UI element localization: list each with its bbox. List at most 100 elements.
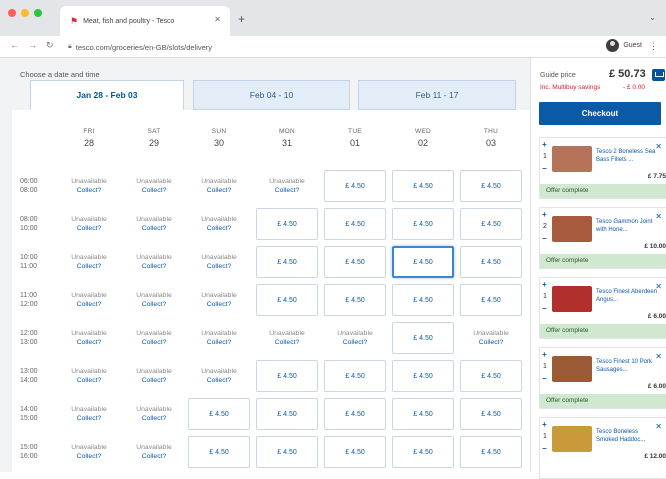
collect-link[interactable]: Collect? [123, 187, 185, 194]
delivery-slot-button[interactable]: £ 4.50 [324, 436, 386, 468]
decrease-quantity-button[interactable]: − [542, 164, 547, 173]
collect-link[interactable]: Collect? [123, 339, 185, 346]
collect-link[interactable]: Collect? [123, 415, 185, 422]
maximize-window-button[interactable] [34, 9, 42, 17]
delivery-slot-button[interactable]: £ 4.50 [188, 398, 250, 430]
delivery-slot-button[interactable]: £ 4.50 [460, 398, 522, 430]
collect-link[interactable]: Collect? [58, 377, 120, 384]
product-name-link[interactable]: Tesco Finest Aberdeen Angus... [596, 289, 658, 304]
delivery-slot-button[interactable]: £ 4.50 [188, 436, 250, 468]
collect-link[interactable]: Collect? [123, 263, 185, 270]
back-arrow-icon[interactable]: ← [10, 40, 19, 50]
collect-link[interactable]: Collect? [58, 263, 120, 270]
item-price: £ 6.00 [647, 313, 666, 320]
collect-link[interactable]: Collect? [123, 453, 185, 460]
remove-item-icon[interactable]: ✕ [655, 422, 662, 431]
collect-link[interactable]: Collect? [58, 415, 120, 422]
decrease-quantity-button[interactable]: − [542, 444, 547, 453]
collect-link[interactable]: Collect? [188, 339, 250, 346]
collect-link[interactable]: Collect? [188, 225, 250, 232]
delivery-slot-button[interactable]: £ 4.50 [324, 284, 386, 316]
delivery-slot-button[interactable]: £ 4.50 [392, 360, 454, 392]
delivery-slot-button[interactable]: £ 4.50 [460, 246, 522, 278]
increase-quantity-button[interactable]: + [542, 350, 547, 359]
collect-link[interactable]: Collect? [123, 377, 185, 384]
delivery-slot-button[interactable]: £ 4.50 [256, 398, 318, 430]
collect-link[interactable]: Collect? [256, 187, 318, 194]
delivery-slot-button[interactable]: £ 4.50 [460, 436, 522, 468]
delivery-slot-button[interactable]: £ 4.50 [460, 208, 522, 240]
profile-button[interactable]: Guest [606, 39, 642, 52]
collect-link[interactable]: Collect? [58, 453, 120, 460]
delivery-slot-button[interactable]: £ 4.50 [460, 170, 522, 202]
product-name-link[interactable]: Tesco Boneless Smoked Haddoc... [596, 429, 658, 444]
collect-link[interactable]: Collect? [256, 339, 318, 346]
increase-quantity-button[interactable]: + [542, 420, 547, 429]
delivery-slot-button[interactable]: £ 4.50 [324, 208, 386, 240]
collect-link[interactable]: Collect? [188, 263, 250, 270]
increase-quantity-button[interactable]: + [542, 280, 547, 289]
delivery-slot-button[interactable]: £ 4.50 [256, 284, 318, 316]
checkout-button[interactable]: Checkout [539, 102, 661, 125]
delivery-slot-button[interactable]: £ 4.50 [324, 170, 386, 202]
decrease-quantity-button[interactable]: − [542, 234, 547, 243]
collect-link[interactable]: Collect? [123, 301, 185, 308]
savings-label: Inc. Multibuy savings [540, 84, 601, 91]
collect-link[interactable]: Collect? [188, 301, 250, 308]
delivery-slot-button[interactable]: £ 4.50 [392, 436, 454, 468]
collect-link[interactable]: Collect? [58, 301, 120, 308]
delivery-slot-button[interactable]: £ 4.50 [392, 208, 454, 240]
address-bar[interactable]: 🔒︎ tesco.com/groceries/en-GB/slots/deliv… [68, 39, 528, 55]
increase-quantity-button[interactable]: + [542, 210, 547, 219]
delivery-slot-button[interactable]: £ 4.50 [392, 398, 454, 430]
delivery-slot-button[interactable]: £ 4.50 [256, 208, 318, 240]
delivery-slot-button[interactable]: £ 4.50 [256, 436, 318, 468]
browser-tab[interactable]: ⚑ Meat, fish and poultry - Tesco ✕ [60, 6, 230, 36]
trolley-icon[interactable] [652, 69, 665, 81]
forward-arrow-icon[interactable]: → [28, 40, 37, 50]
collect-link[interactable]: Collect? [123, 225, 185, 232]
tab-menu-chevron-icon[interactable]: ⌄ [649, 13, 656, 22]
product-name-link[interactable]: Tesco Finest 10 Pork Sausages... [596, 359, 658, 374]
collect-link[interactable]: Collect? [58, 339, 120, 346]
collect-link[interactable]: Collect? [58, 225, 120, 232]
product-name-link[interactable]: Tesco 2 Boneless Sea Bass Fillets ... [596, 149, 658, 164]
delivery-slot-button[interactable]: £ 4.50 [324, 360, 386, 392]
reload-icon[interactable]: ↻ [46, 40, 54, 51]
delivery-slot-button[interactable]: £ 4.50 [324, 246, 386, 278]
remove-item-icon[interactable]: ✕ [655, 212, 662, 221]
delivery-slot-button[interactable]: £ 4.50 [460, 284, 522, 316]
collect-link[interactable]: Collect? [188, 187, 250, 194]
delivery-slot-button[interactable]: £ 4.50 [392, 322, 454, 354]
browser-tabstrip: ⚑ Meat, fish and poultry - Tesco ✕ + ⌄ [0, 0, 666, 36]
collect-link[interactable]: Collect? [324, 339, 386, 346]
minimize-window-button[interactable] [21, 9, 29, 17]
date-tab-week-3[interactable]: Feb 11 - 17 [358, 80, 516, 110]
delivery-slot-button[interactable]: £ 4.50 [392, 246, 454, 278]
increase-quantity-button[interactable]: + [542, 140, 547, 149]
decrease-quantity-button[interactable]: − [542, 304, 547, 313]
delivery-slot-button[interactable]: £ 4.50 [256, 360, 318, 392]
collect-link[interactable]: Collect? [460, 339, 522, 346]
collect-link[interactable]: Collect? [188, 377, 250, 384]
product-thumbnail [552, 426, 592, 452]
remove-item-icon[interactable]: ✕ [655, 282, 662, 291]
product-name-link[interactable]: Tesco Gammon Joint with Hone... [596, 219, 658, 234]
delivery-slot-button[interactable]: £ 4.50 [392, 284, 454, 316]
delivery-slot-button[interactable]: £ 4.50 [460, 360, 522, 392]
unavailable-slot: Unavailable Collect? [123, 398, 185, 430]
remove-item-icon[interactable]: ✕ [655, 352, 662, 361]
delivery-slot-button[interactable]: £ 4.50 [324, 398, 386, 430]
close-window-button[interactable] [8, 9, 16, 17]
delivery-slot-button[interactable]: £ 4.50 [392, 170, 454, 202]
remove-item-icon[interactable]: ✕ [655, 142, 662, 151]
delivery-slot-button[interactable]: £ 4.50 [256, 246, 318, 278]
unavailable-slot: Unavailable Collect? [58, 360, 120, 392]
new-tab-icon[interactable]: + [238, 12, 245, 26]
browser-menu-icon[interactable]: ⋮ [649, 41, 658, 52]
date-tab-week-2[interactable]: Feb 04 - 10 [193, 80, 350, 110]
date-tab-week-1[interactable]: Jan 28 - Feb 03 [30, 80, 184, 110]
decrease-quantity-button[interactable]: − [542, 374, 547, 383]
collect-link[interactable]: Collect? [58, 187, 120, 194]
close-tab-icon[interactable]: ✕ [214, 15, 221, 24]
